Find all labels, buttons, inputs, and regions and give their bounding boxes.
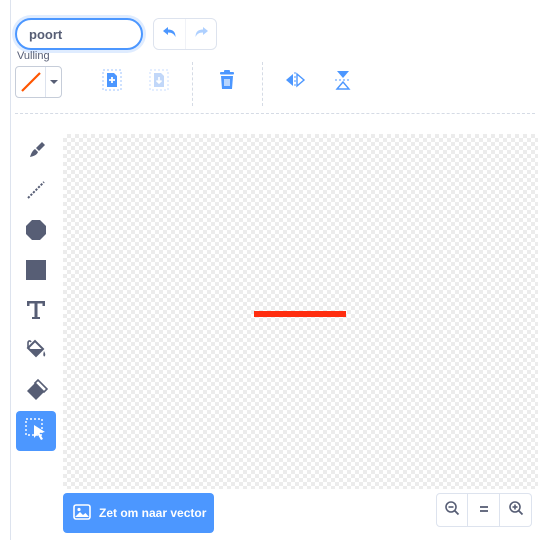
tool-fill[interactable]	[16, 332, 56, 372]
line-icon	[24, 178, 48, 207]
toolbar-divider	[192, 62, 193, 106]
zoom-in-button[interactable]	[500, 493, 532, 527]
ungroup-button[interactable]	[147, 69, 171, 96]
flip-horizontal-button[interactable]	[283, 70, 307, 94]
zoom-in-icon	[508, 500, 524, 521]
undo-icon	[162, 25, 178, 44]
group-button[interactable]	[100, 69, 124, 96]
flip-vertical-icon	[334, 69, 352, 96]
costume-name-input[interactable]	[15, 18, 143, 50]
flip-vertical-button[interactable]	[331, 70, 355, 94]
brush-icon	[24, 138, 48, 167]
panel-border	[10, 0, 11, 540]
redo-button[interactable]	[185, 19, 216, 49]
eraser-icon	[24, 378, 49, 407]
trash-icon	[217, 69, 237, 96]
toolbar-divider	[262, 62, 263, 106]
fill-swatch	[16, 67, 46, 97]
paint-editor: Vulling	[0, 0, 543, 540]
delete-button[interactable]	[215, 69, 239, 96]
fill-label: Vulling	[17, 50, 50, 62]
tool-text[interactable]	[16, 292, 56, 332]
text-icon	[24, 298, 48, 327]
image-icon	[73, 503, 91, 523]
canvas-line-shape[interactable]	[254, 311, 346, 317]
zoom-reset-button[interactable]	[468, 493, 500, 527]
undo-button[interactable]	[154, 19, 185, 49]
zoom-controls	[436, 493, 532, 527]
convert-to-vector-label: Zet om naar vector	[99, 506, 207, 520]
tool-select[interactable]	[16, 411, 56, 451]
zoom-out-icon	[444, 500, 460, 521]
zoom-out-button[interactable]	[436, 493, 468, 527]
tool-eraser[interactable]	[16, 372, 56, 412]
tool-rectangle[interactable]	[16, 252, 56, 292]
convert-to-vector-button[interactable]: Zet om naar vector	[63, 493, 214, 533]
fill-bucket-icon	[24, 338, 48, 367]
zoom-reset-icon	[477, 501, 491, 519]
tool-brush[interactable]	[16, 132, 56, 172]
rectangle-icon	[24, 258, 48, 287]
group-icon	[102, 69, 122, 96]
undo-redo-group	[153, 18, 217, 50]
tool-circle[interactable]	[16, 212, 56, 252]
ungroup-icon	[149, 69, 169, 96]
tool-line[interactable]	[16, 172, 56, 212]
fill-color-dropdown[interactable]	[15, 66, 62, 98]
flip-horizontal-icon	[284, 71, 306, 94]
drawing-canvas[interactable]	[63, 134, 538, 489]
circle-icon	[24, 218, 48, 247]
redo-icon	[193, 25, 209, 44]
toolbar-separator	[15, 113, 535, 114]
select-icon	[24, 417, 48, 446]
chevron-down-icon	[46, 67, 61, 97]
